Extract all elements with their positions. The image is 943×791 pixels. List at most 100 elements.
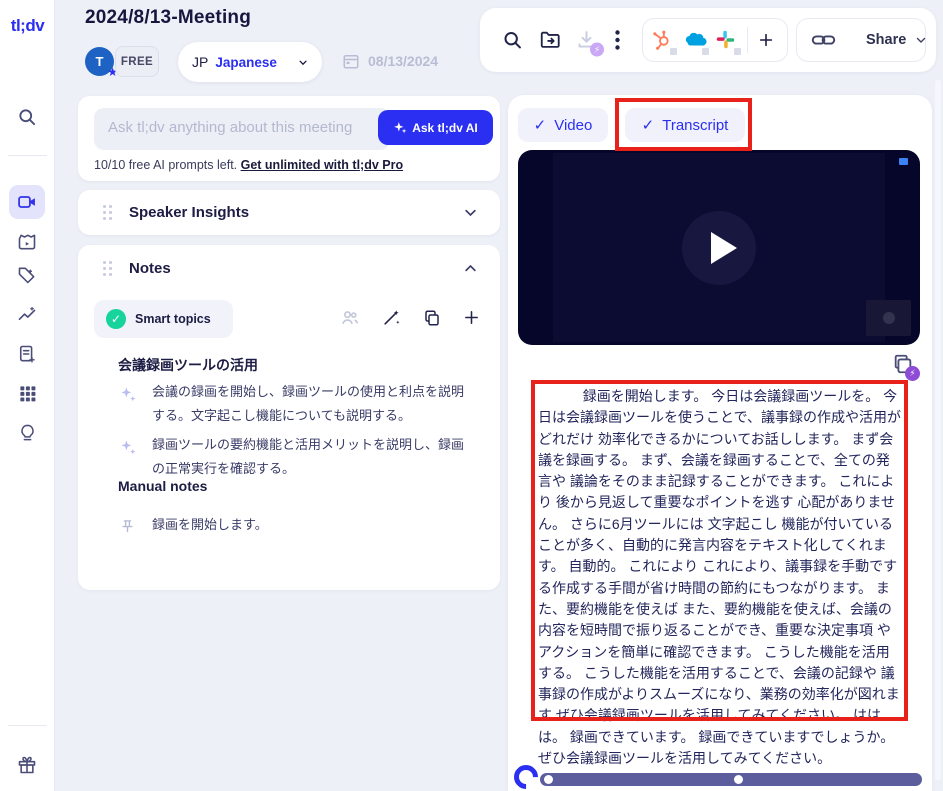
integration-status-badge <box>669 47 678 56</box>
prompts-remaining: 10/10 free AI prompts left. Get unlimite… <box>94 158 403 172</box>
media-panel: ✓ Video ✓ Transcript ⚡ 録画を開始します。 今日は会議録画… <box>508 95 932 791</box>
sidebar-item-insights[interactable] <box>9 415 45 449</box>
integration-status-badge <box>701 47 710 56</box>
cast-icon[interactable] <box>899 158 908 165</box>
ai-note-text: 録画ツールの要約機能と活用メリットを説明し、録画の正常実行を確認する。 <box>152 433 470 481</box>
share-group: Share <box>796 18 926 62</box>
search-icon[interactable] <box>502 30 523 51</box>
tab-video[interactable]: ✓ Video <box>518 108 608 142</box>
tab-transcript[interactable]: ✓ Transcript <box>625 108 745 142</box>
assign-people-icon[interactable] <box>340 309 360 327</box>
sidebar-item-meetings[interactable] <box>9 185 45 219</box>
slack-icon[interactable] <box>715 29 737 51</box>
ai-sparkle-icon <box>120 380 138 428</box>
check-circle-icon: ✓ <box>106 309 126 329</box>
chevron-down-icon <box>915 34 927 46</box>
notes-card: Notes ✓ Smart topics 会議録画ツールの活用 会議の録画を開始… <box>78 245 500 590</box>
share-label: Share <box>866 32 906 48</box>
ai-note-item[interactable]: 録画ツールの要約機能と活用メリットを説明し、録画の正常実行を確認する。 <box>120 433 470 481</box>
page-title: 2024/8/13-Meeting <box>85 7 251 29</box>
notes-title: Notes <box>129 260 463 277</box>
smart-topics-toggle[interactable]: ✓ Smart topics <box>94 300 233 338</box>
sidebar-item-tags[interactable] <box>9 258 45 292</box>
tab-transcript-label: Transcript <box>662 117 728 134</box>
video-player[interactable] <box>518 150 920 345</box>
add-note-icon[interactable] <box>463 309 480 326</box>
salesforce-icon[interactable] <box>683 29 705 51</box>
ai-sparkle-icon <box>120 433 138 481</box>
drag-handle-icon[interactable] <box>103 261 112 276</box>
pip-avatar <box>883 312 895 324</box>
hubspot-icon[interactable] <box>651 29 673 51</box>
meeting-date: 08/13/2024 <box>342 52 438 70</box>
chevron-up-icon[interactable] <box>463 261 478 276</box>
transcript-text[interactable]: 録画を開始します。 今日は会議録画ツールを。 今日は会議録画ツールを使うことで、… <box>538 386 902 716</box>
date-value: 08/13/2024 <box>368 53 438 69</box>
drag-handle-icon[interactable] <box>103 205 112 220</box>
left-sidebar: tl;dv <box>0 0 55 791</box>
ai-note-item[interactable]: 会議の録画を開始し、録画ツールの使用と利点を説明する。文字起こし機能についても説… <box>120 380 470 428</box>
divider <box>747 27 748 53</box>
pin-icon <box>120 513 138 537</box>
language-selector[interactable]: JP Japanese <box>178 42 322 82</box>
sidebar-item-templates[interactable] <box>9 337 45 371</box>
language-code: JP <box>192 54 208 70</box>
speaker-pip-thumbnail <box>866 300 911 336</box>
notes-actions <box>340 308 480 327</box>
copy-transcript-icon[interactable]: ⚡ <box>892 353 914 375</box>
user-avatar[interactable]: T ★ <box>85 47 114 76</box>
sidebar-divider-bottom <box>8 725 47 726</box>
prompts-count: 10/10 free AI prompts left. <box>94 158 241 172</box>
calendar-icon <box>342 52 360 70</box>
integration-status-badge <box>733 47 742 56</box>
upgrade-zap-badge: ⚡ <box>590 43 604 57</box>
check-icon: ✓ <box>642 116 655 134</box>
language-name: Japanese <box>215 55 277 70</box>
ai-rewrite-wand-icon[interactable] <box>382 308 401 327</box>
sidebar-divider <box>8 155 47 156</box>
copy-notes-icon[interactable] <box>423 309 441 327</box>
play-icon <box>711 232 737 264</box>
speaker-insights-title: Speaker Insights <box>129 204 463 221</box>
timeline-marker[interactable] <box>734 775 743 784</box>
check-icon: ✓ <box>534 116 547 134</box>
copy-link-icon[interactable] <box>797 30 850 50</box>
download-icon[interactable]: ⚡ <box>576 30 597 51</box>
play-button[interactable] <box>682 211 756 285</box>
sidebar-item-analytics[interactable] <box>9 298 45 332</box>
sidebar-item-clips[interactable] <box>9 225 45 259</box>
add-integration-button[interactable] <box>758 32 774 48</box>
ask-ai-button-label: Ask tl;dv AI <box>412 121 478 135</box>
move-to-folder-icon[interactable] <box>539 29 561 51</box>
tldv-logo[interactable]: tl;dv <box>0 16 55 36</box>
ai-zap-badge: ⚡ <box>905 366 920 381</box>
manual-notes-heading: Manual notes <box>118 478 207 494</box>
ask-ai-card: Ask tl;dv anything about this meeting As… <box>78 96 500 181</box>
notes-topic-heading: 会議録画ツールの活用 <box>118 355 258 375</box>
timeline-marker[interactable] <box>544 775 553 784</box>
sidebar-rewards-gift-icon[interactable] <box>9 748 45 782</box>
page-scrollbar[interactable] <box>935 80 941 780</box>
sidebar-search-icon[interactable] <box>9 100 45 134</box>
speaker-insights-card[interactable]: Speaker Insights <box>78 190 500 235</box>
plan-badge: FREE <box>115 46 159 77</box>
smart-topics-label: Smart topics <box>135 312 211 326</box>
chevron-down-icon <box>298 56 308 69</box>
ai-note-text: 会議の録画を開始し、録画ツールの使用と利点を説明する。文字起こし機能についても説… <box>152 380 470 428</box>
sidebar-item-apps[interactable] <box>9 376 45 410</box>
avatar-initial: T <box>96 54 104 69</box>
ask-ai-input[interactable]: Ask tl;dv anything about this meeting <box>94 108 390 150</box>
manual-note-text: 録画を開始します。 <box>152 513 470 537</box>
upgrade-pro-link[interactable]: Get unlimited with tl;dv Pro <box>241 158 404 172</box>
share-button[interactable]: Share <box>850 32 943 48</box>
more-options-kebab-icon[interactable] <box>615 30 620 50</box>
chevron-down-icon[interactable] <box>463 205 478 220</box>
timeline-seekbar[interactable] <box>540 773 922 786</box>
manual-note-item[interactable]: 録画を開始します。 <box>120 513 470 537</box>
ask-ai-button[interactable]: Ask tl;dv AI <box>378 110 493 145</box>
notes-header[interactable]: Notes <box>78 245 500 277</box>
sparkle-icon <box>393 121 407 135</box>
integrations-group <box>642 18 788 62</box>
meeting-toolbar: ⚡ Share <box>480 8 936 72</box>
tab-video-label: Video <box>554 117 592 134</box>
